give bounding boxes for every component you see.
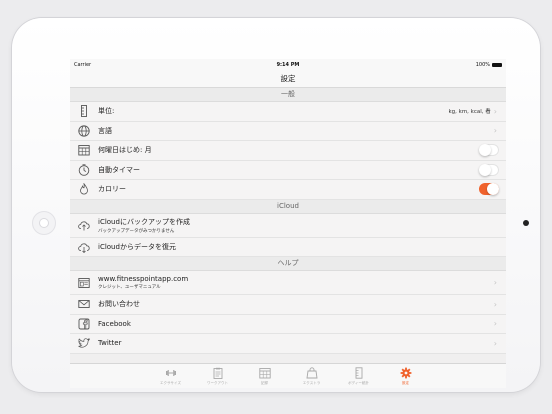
calorie-toggle[interactable] xyxy=(479,183,499,196)
auto-timer-toggle[interactable] xyxy=(479,163,499,176)
facebook-icon xyxy=(77,317,91,331)
bag-icon xyxy=(305,367,318,379)
website-subtitle: クレジット、ユーザマニュアル xyxy=(98,285,161,290)
envelope-icon xyxy=(77,297,91,311)
chevron-right-icon: › xyxy=(493,299,497,309)
tab-exercise[interactable]: エクササイズ xyxy=(154,364,187,388)
language-label: 言語 xyxy=(98,126,112,135)
ruler-icon xyxy=(77,104,91,118)
language-row[interactable]: 言語 › xyxy=(70,121,506,141)
chevron-right-icon: › xyxy=(493,319,497,329)
icloud-backup-row[interactable]: iCloudにバックアップを作成 バックアップデータがみつかりません xyxy=(70,213,506,238)
status-time: 9:14 PM xyxy=(276,62,300,68)
units-row[interactable]: 単位: kg, km, kcal, 看 › xyxy=(70,102,506,122)
facebook-label: Facebook xyxy=(98,319,131,328)
tab-workout[interactable]: ワークアウト xyxy=(201,364,234,388)
tab-label: ワークアウト xyxy=(207,381,228,385)
twitter-bird-icon xyxy=(77,336,91,350)
tab-log[interactable]: 記録 xyxy=(248,364,281,388)
week-start-label: 何曜日はじめ: 月 xyxy=(98,146,152,155)
twitter-row[interactable]: Twitter › xyxy=(70,334,506,354)
icloud-restore-label: iCloudからデータを復元 xyxy=(98,242,176,251)
body-stats-icon xyxy=(355,367,362,379)
page-title: 設定 xyxy=(70,71,506,88)
clipboard-icon xyxy=(213,367,222,379)
battery-icon xyxy=(492,63,502,67)
contact-row[interactable]: お問い合わせ › xyxy=(70,295,506,315)
calorie-row[interactable]: カロリー xyxy=(70,180,506,200)
chevron-right-icon: › xyxy=(493,338,497,348)
units-value: kg, km, kcal, 看 xyxy=(448,109,491,116)
dumbbell-icon xyxy=(165,370,176,376)
ipad-frame: Carrier 9:14 PM 100% 設定 一般 単位: kg, km, k… xyxy=(12,18,540,392)
toggle-knob xyxy=(479,163,491,176)
tab-label: ボディー統計 xyxy=(348,381,369,385)
front-camera xyxy=(523,220,529,226)
screen: Carrier 9:14 PM 100% 設定 一般 単位: kg, km, k… xyxy=(70,59,506,388)
toggle-knob xyxy=(479,144,491,157)
chevron-right-icon: › xyxy=(493,278,497,287)
icloud-restore-row[interactable]: iCloudからデータを復元 xyxy=(70,237,506,257)
website-label: www.fitnesspointapp.com クレジット、ユーザマニュアル xyxy=(98,275,494,290)
auto-timer-row[interactable]: 自動タイマー xyxy=(70,160,506,180)
week-start-toggle[interactable] xyxy=(479,144,499,157)
tab-label: エクササイズ xyxy=(160,381,181,385)
home-button xyxy=(32,211,56,235)
calorie-label: カロリー xyxy=(98,185,126,194)
tab-body-stats[interactable]: ボディー統計 xyxy=(342,364,375,388)
toggle-knob xyxy=(487,183,499,196)
calendar-icon xyxy=(77,143,91,157)
facebook-row[interactable]: Facebook › xyxy=(70,314,506,334)
icloud-backup-label: iCloudにバックアップを作成 バックアップデータがみつかりません xyxy=(98,217,506,234)
week-start-row[interactable]: 何曜日はじめ: 月 xyxy=(70,141,506,161)
battery-indicator: 100% xyxy=(476,59,502,71)
twitter-label: Twitter xyxy=(98,339,122,348)
status-bar: Carrier 9:14 PM 100% xyxy=(70,59,506,71)
contact-label: お問い合わせ xyxy=(98,300,140,309)
auto-timer-label: 自動タイマー xyxy=(98,165,140,174)
calendar-icon xyxy=(258,368,271,379)
section-header-icloud: iCloud xyxy=(70,199,506,214)
flame-icon xyxy=(77,182,91,196)
timer-icon xyxy=(77,163,91,177)
tab-bar: エクササイズ ワークアウト 記録 エクストラ ボディー統計 設定 xyxy=(70,363,506,388)
website-title: www.fitnesspointapp.com xyxy=(98,275,189,283)
chevron-right-icon: › xyxy=(493,126,497,136)
icloud-backup-subtitle: バックアップデータがみつかりません xyxy=(98,228,175,234)
tab-label: 設定 xyxy=(402,381,409,385)
website-row[interactable]: www.fitnesspointapp.com クレジット、ユーザマニュアル › xyxy=(70,271,506,295)
cloud-download-icon xyxy=(77,240,91,254)
tab-extra[interactable]: エクストラ xyxy=(295,364,328,388)
browser-icon xyxy=(77,276,91,290)
tab-label: エクストラ xyxy=(302,381,321,385)
section-header-general: 一般 xyxy=(70,88,506,102)
globe-icon xyxy=(77,124,91,138)
tab-label: 記録 xyxy=(261,381,268,385)
cloud-upload-icon xyxy=(77,218,91,232)
section-header-help: ヘルプ xyxy=(70,257,506,271)
icloud-backup-title: iCloudにバックアップを作成 xyxy=(98,217,190,226)
battery-percent: 100% xyxy=(475,62,490,68)
chevron-right-icon: › xyxy=(493,106,497,116)
tab-settings[interactable]: 設定 xyxy=(389,364,422,388)
gear-icon xyxy=(400,367,411,379)
units-label: 単位: xyxy=(98,107,115,116)
